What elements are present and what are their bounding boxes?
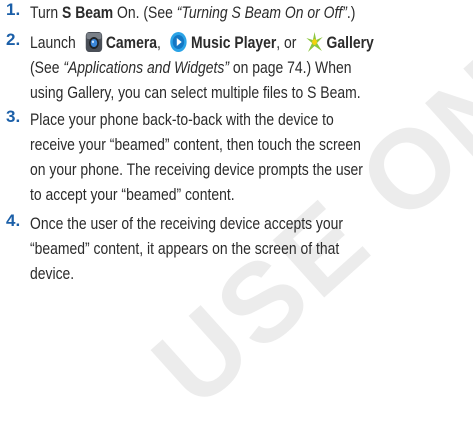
step-text: to accept your “beamed” content. (30, 185, 235, 204)
step-text: Place your phone back-to-back with the d… (30, 110, 334, 129)
step-4: 4. Once the user of the receiving device… (0, 211, 412, 286)
step-text: using Gallery, you can select multiple f… (30, 83, 361, 102)
music-player-label: Music Player (191, 33, 277, 52)
step-text: device. (30, 264, 75, 283)
step-1: 1. Turn S Beam On. (See “Turning S Beam … (0, 0, 427, 25)
gallery-label: Gallery (326, 33, 374, 52)
cross-reference: “Turning S Beam On or Off” (176, 3, 347, 22)
step-3: 3. Place your phone back-to-back with th… (0, 107, 436, 207)
step-text: on your phone. The receiving device prom… (30, 160, 363, 179)
step-text: Once the user of the receiving device ac… (30, 214, 344, 233)
cross-reference: “Applications and Widgets” (63, 58, 230, 77)
step-text: receive your “beamed” content, then touc… (30, 135, 361, 154)
camera-label: Camera (105, 33, 158, 52)
s-beam-label: S Beam (62, 3, 114, 22)
camera-icon (85, 32, 102, 52)
step-text: Launch Camera, Music Player, or Gallery (30, 32, 374, 52)
step-text: Turn S Beam On. (See “Turning S Beam On … (30, 3, 356, 22)
step-number: 2. (6, 30, 21, 49)
step-text: “beamed” content, it appears on the scre… (30, 239, 340, 258)
step-number: 1. (6, 0, 21, 19)
gallery-icon (306, 32, 323, 52)
step-number: 4. (6, 211, 21, 230)
step-number: 3. (6, 107, 21, 126)
music-player-icon (170, 32, 187, 52)
step-text: (See “Applications and Widgets” on page … (30, 58, 352, 77)
step-2: 2. Launch Camera, Music Player, or Galle… (0, 30, 449, 105)
